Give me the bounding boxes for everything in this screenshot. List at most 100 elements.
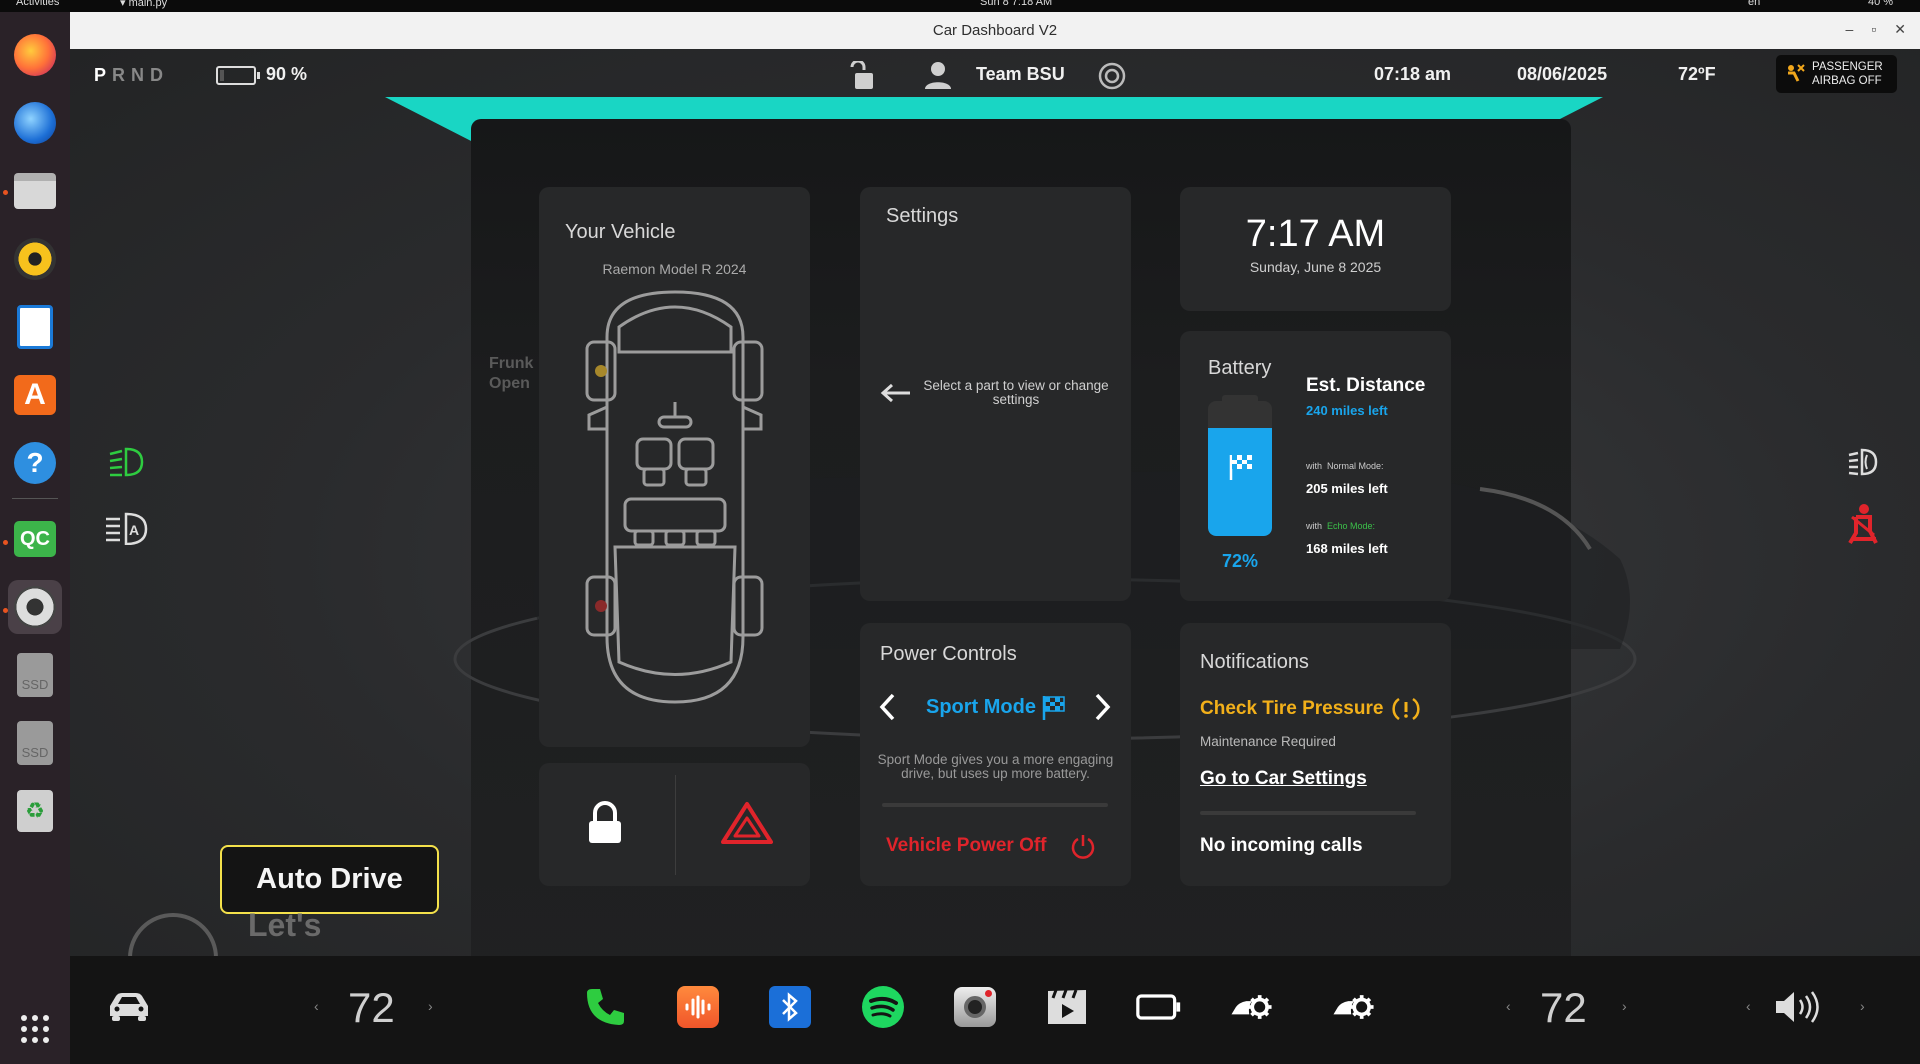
driver-temp-down-button[interactable]: ‹: [314, 998, 319, 1014]
clock-card: 7:17 AM Sunday, June 8 2025: [1180, 187, 1451, 311]
battery-card-title: Battery: [1208, 357, 1272, 379]
ssd-drive-icon[interactable]: SSD: [8, 716, 62, 770]
camera-indicator-icon[interactable]: [1098, 62, 1126, 95]
battery-percent: 90 %: [266, 64, 308, 84]
files-icon[interactable]: [8, 164, 62, 218]
passenger-temperature: 72: [1540, 984, 1587, 1031]
status-date: 08/06/2025: [1517, 64, 1608, 84]
ssd-drive-icon[interactable]: SSD: [8, 648, 62, 702]
vehicle-card: Your Vehicle Raemon Model R 2024: [539, 187, 810, 747]
maintenance-required-text: Maintenance Required: [1200, 734, 1336, 749]
settings-card-title: Settings: [886, 205, 959, 227]
hazard-icon: [721, 802, 773, 844]
passenger-temp-up-button[interactable]: ›: [1622, 998, 1627, 1014]
lets-go-label: Let's: [248, 907, 322, 943]
gear-selector[interactable]: PRND: [94, 65, 169, 86]
dashboard: PRND 90 % Team BSU 07:18 am 08/06/2025 7…: [70, 49, 1920, 1064]
lock-button[interactable]: [587, 801, 623, 850]
hazard-button[interactable]: [721, 801, 773, 850]
divider: [1200, 811, 1416, 815]
vehicle-diagram[interactable]: [567, 287, 782, 717]
system-top-bar: Activities ▾ main.py Sun 8 7:18 AM en 40…: [0, 0, 1920, 12]
volume-icon[interactable]: [1770, 984, 1830, 1030]
front-left-tire-indicator: [595, 365, 607, 377]
lock-icon: [589, 801, 621, 843]
dashcam-icon[interactable]: [1136, 984, 1182, 1030]
close-icon[interactable]: ✕: [1894, 21, 1906, 38]
unlock-icon[interactable]: [846, 59, 876, 96]
maximize-icon[interactable]: ▫: [1871, 21, 1876, 38]
spotify-icon[interactable]: [860, 984, 906, 1030]
mode-prev-button[interactable]: [878, 693, 896, 726]
outside-temperature: 72ºF: [1678, 64, 1716, 84]
checkered-flag-icon: [1228, 453, 1254, 486]
airbag-icon: [1788, 64, 1805, 82]
arrow-left-icon: [880, 383, 912, 408]
window-titlebar[interactable]: Car Dashboard V2 – ▫ ✕: [70, 12, 1920, 49]
qtcreator-icon[interactable]: QC: [8, 512, 62, 566]
auto-headlights-icon[interactable]: A: [104, 511, 150, 550]
minimize-icon[interactable]: –: [1846, 21, 1854, 38]
settings-hint: Select a part to view or change settings: [923, 378, 1109, 407]
power-icon[interactable]: [1070, 833, 1096, 864]
quick-actions-card: [539, 763, 810, 886]
show-apps-icon[interactable]: [8, 1002, 62, 1056]
app-window: Car Dashboard V2 – ▫ ✕ PRND 90 % Team BS…: [70, 12, 1920, 1064]
car-settings-link[interactable]: Go to Car Settings: [1200, 768, 1367, 790]
volume-down-button[interactable]: ‹: [1746, 998, 1751, 1014]
frunk-status[interactable]: Frunk Open: [489, 354, 533, 394]
car-icon[interactable]: [106, 988, 152, 1027]
activities-button[interactable]: Activities: [16, 0, 59, 8]
software-center-icon[interactable]: A: [8, 368, 62, 422]
chevron-left-icon: [879, 693, 895, 721]
app-menu[interactable]: ▾ main.py: [120, 0, 167, 9]
phone-icon[interactable]: [582, 984, 628, 1030]
tire-pressure-alert[interactable]: Check Tire Pressure: [1200, 698, 1383, 720]
podcasts-icon[interactable]: [675, 984, 721, 1030]
rear-left-tire-indicator: [595, 600, 607, 612]
mode-next-button[interactable]: [1094, 693, 1112, 726]
rhythmbox-icon[interactable]: [8, 232, 62, 286]
settings-app-icon[interactable]: [8, 580, 62, 634]
gear-p[interactable]: P: [94, 65, 112, 85]
front-right-wheel: [732, 340, 764, 402]
vehicle-trunk: [613, 545, 737, 676]
trash-icon[interactable]: ♻: [8, 784, 62, 838]
car-settings-icon[interactable]: [1332, 984, 1378, 1030]
passenger-temp-down-button[interactable]: ‹: [1506, 998, 1511, 1014]
user-icon[interactable]: [924, 61, 952, 94]
gear-d[interactable]: D: [150, 65, 169, 85]
firefox-icon[interactable]: [8, 28, 62, 82]
system-clock[interactable]: Sun 8 7:18 AM: [980, 0, 1052, 8]
video-player-icon[interactable]: [1044, 984, 1090, 1030]
rear-right-wheel: [732, 575, 764, 637]
volume-up-button[interactable]: ›: [1860, 998, 1865, 1014]
camera-icon[interactable]: [952, 984, 998, 1030]
checkered-flag-icon: [1042, 695, 1066, 726]
battery-gauge: [1208, 401, 1272, 536]
driver-temp-up-button[interactable]: ›: [428, 998, 433, 1014]
vehicle-power-off-button[interactable]: Vehicle Power Off: [886, 835, 1047, 857]
passenger-airbag-status: PASSENGER AIRBAG OFF: [1776, 55, 1897, 93]
fog-lights-icon[interactable]: [1846, 447, 1880, 482]
driver-profile-name[interactable]: Team BSU: [976, 64, 1065, 85]
system-battery[interactable]: 40 %: [1868, 0, 1893, 8]
est-distance-value: 240 miles left: [1306, 403, 1388, 418]
bluetooth-icon[interactable]: [767, 984, 813, 1030]
language-indicator[interactable]: en: [1748, 0, 1760, 8]
battery-percent-label: 72%: [1221, 551, 1259, 571]
divider: [882, 803, 1108, 807]
help-icon[interactable]: ?: [8, 436, 62, 490]
battery-card: Battery 72% Est. Distance 240 miles left…: [1180, 331, 1451, 601]
tire-pressure-warning-icon: [1392, 695, 1420, 728]
gear-n[interactable]: N: [131, 65, 150, 85]
clock-date: Sunday, June 8 2025: [1249, 259, 1382, 275]
thunderbird-icon[interactable]: [8, 96, 62, 150]
headlights-on-icon[interactable]: [106, 445, 148, 484]
normal-mode-value: 205 miles left: [1306, 481, 1388, 496]
gear-r[interactable]: R: [112, 65, 131, 85]
writer-icon[interactable]: [8, 300, 62, 354]
car-settings-icon[interactable]: [1230, 984, 1276, 1030]
vehicle-hood: [617, 305, 733, 354]
auto-drive-button[interactable]: Auto Drive: [220, 845, 439, 914]
